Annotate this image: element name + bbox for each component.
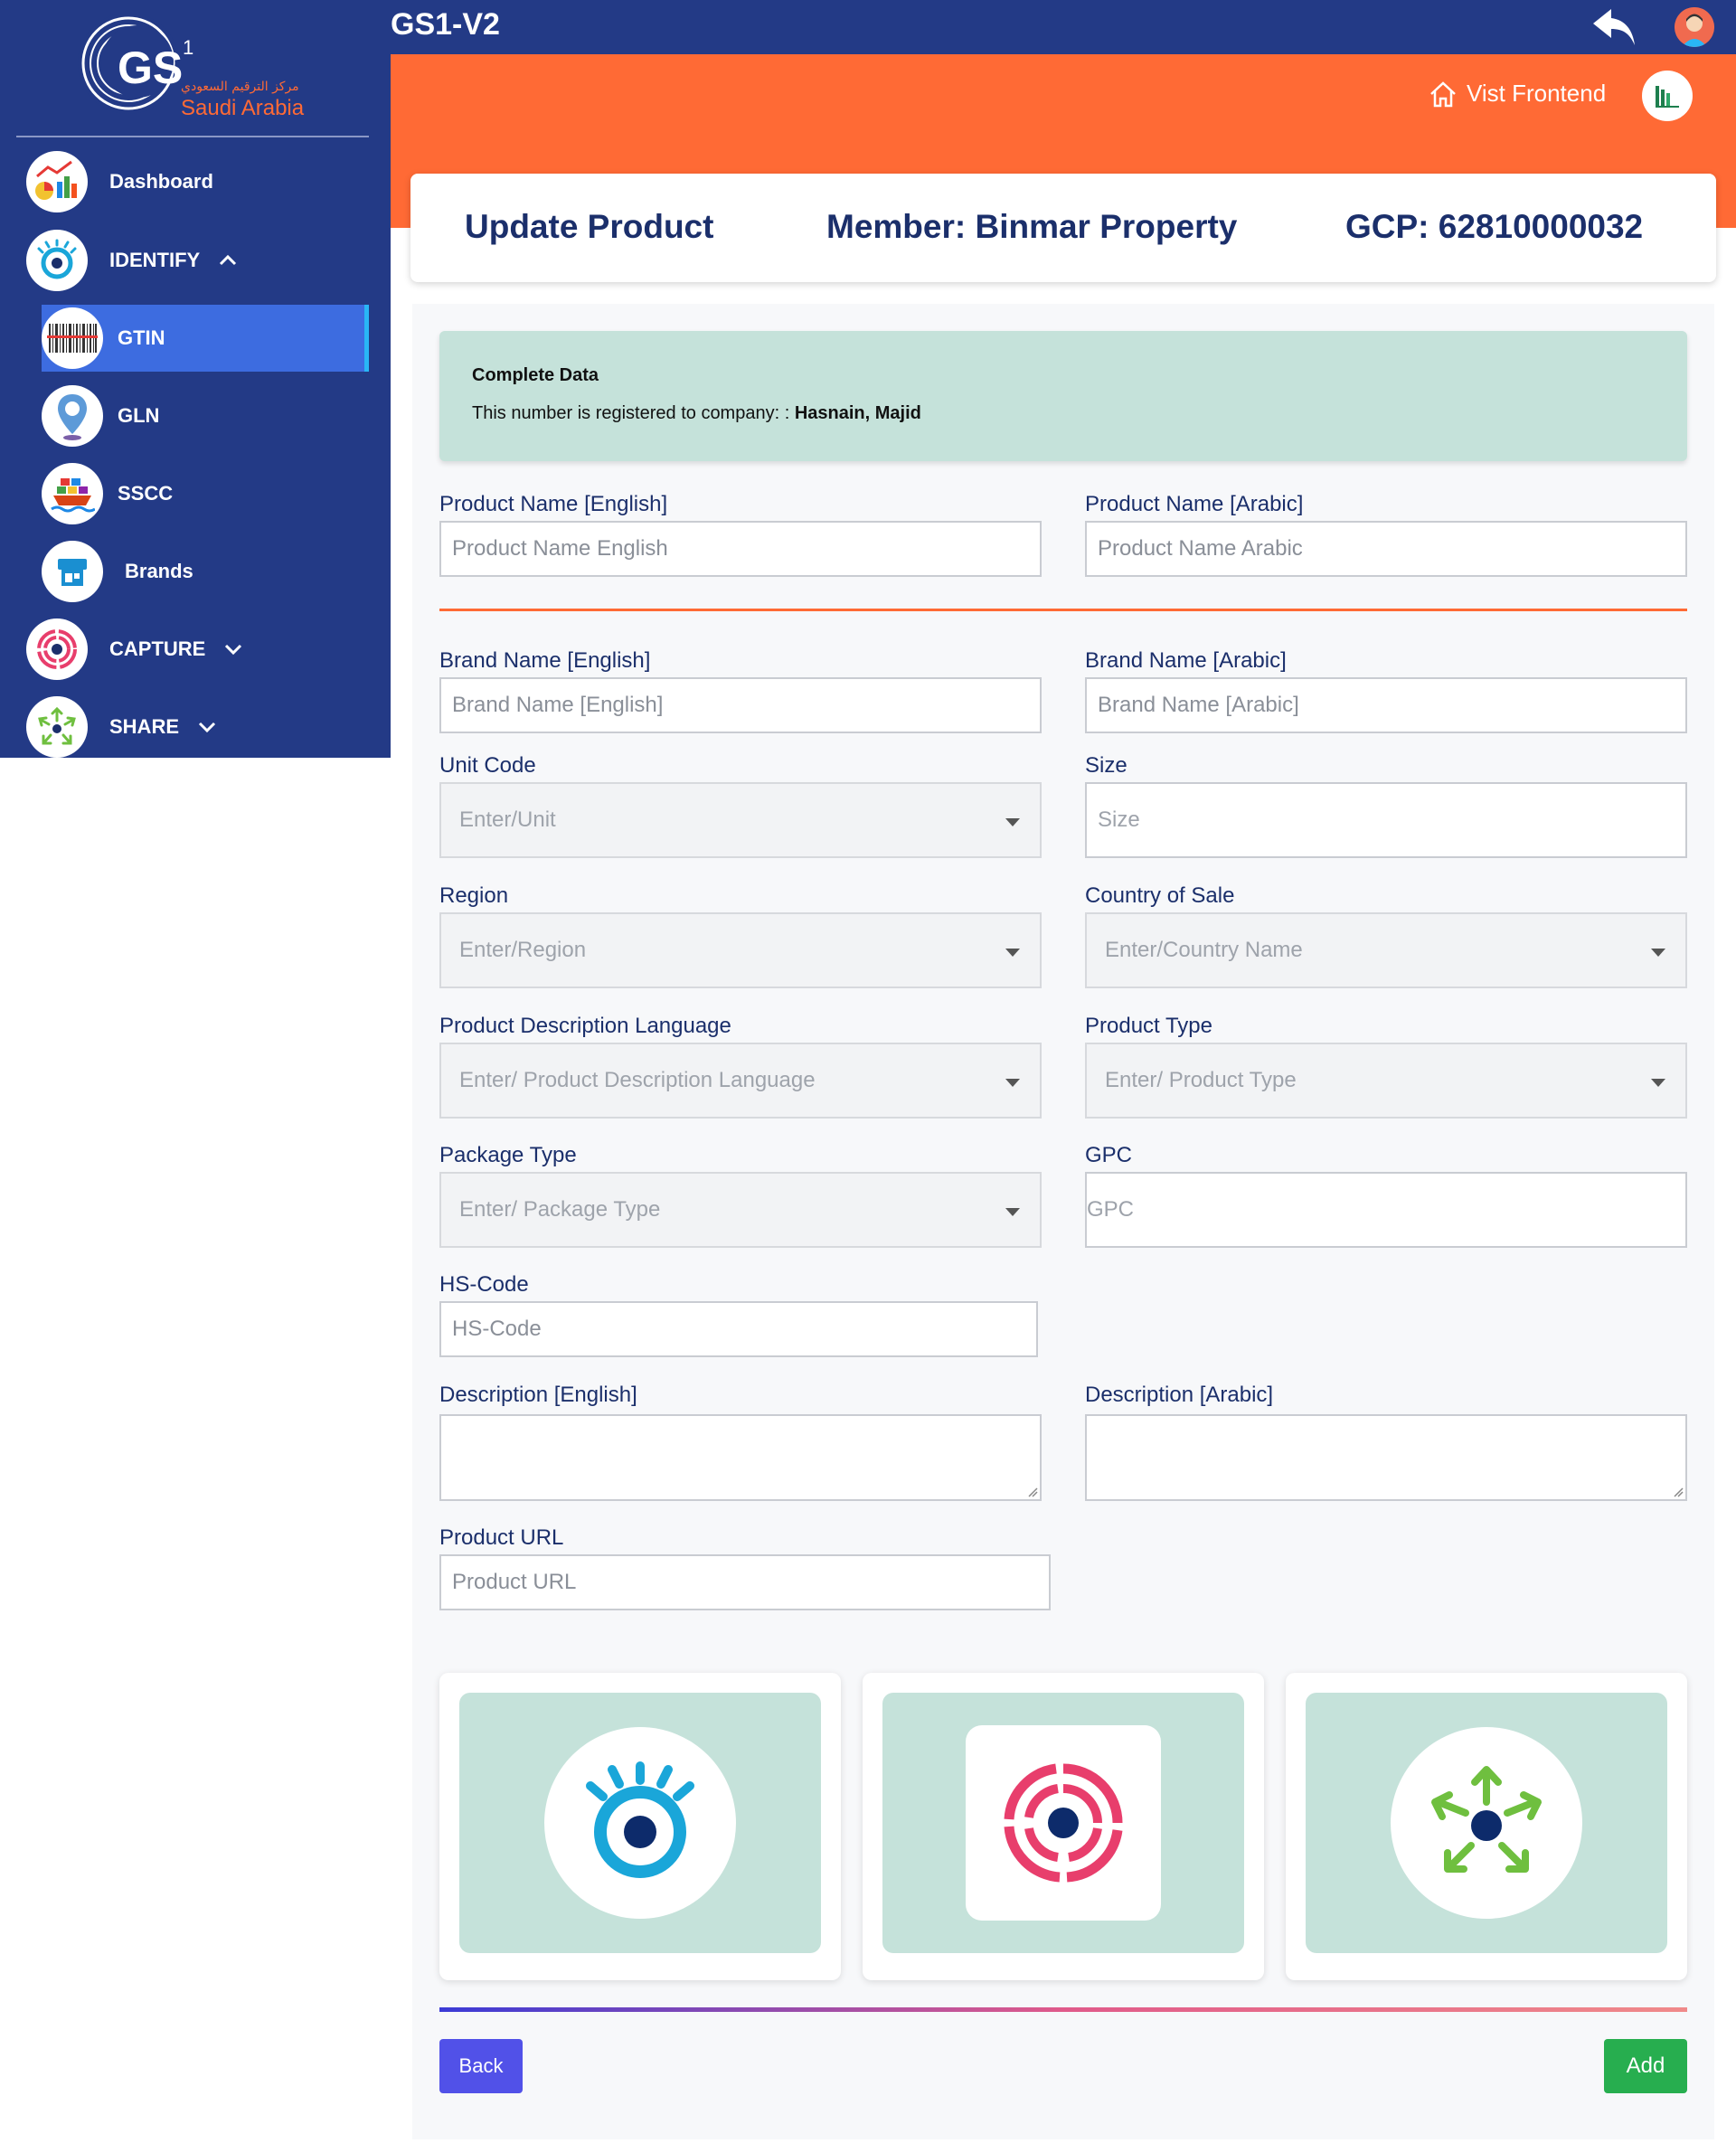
logo-region-text: Saudi Arabia xyxy=(181,96,305,120)
page-title: Update Product xyxy=(465,208,714,245)
caret-down-icon xyxy=(1651,949,1665,957)
dashboard-chart-icon xyxy=(26,151,88,212)
brand-name-en-input[interactable]: Brand Name [English] xyxy=(439,677,1042,733)
top-bar xyxy=(391,0,1736,54)
member-name: Member: Binmar Property xyxy=(826,208,1238,245)
description-ar-textarea[interactable] xyxy=(1085,1414,1687,1501)
chevron-up-icon xyxy=(220,254,237,266)
sidebar-item-share[interactable]: SHARE xyxy=(26,696,217,758)
sidebar-item-label: SHARE xyxy=(109,715,180,738)
product-name-ar-input[interactable]: Product Name Arabic xyxy=(1085,521,1687,577)
identify-card[interactable] xyxy=(439,1673,841,1980)
logo-arabic-text: مركز الترقيم السعودي xyxy=(181,80,299,94)
capture-card[interactable] xyxy=(863,1673,1264,1980)
country-of-sale-select[interactable]: Enter/Country Name xyxy=(1085,912,1687,988)
country-of-sale-label: Country of Sale xyxy=(1085,883,1235,908)
sidebar-item-gln[interactable]: GLN xyxy=(42,385,159,447)
svg-text:1: 1 xyxy=(183,36,193,59)
back-button[interactable]: Back xyxy=(439,2039,523,2093)
share-arrows-icon xyxy=(26,696,88,758)
region-select[interactable]: Enter/Region xyxy=(439,912,1042,988)
info-alert: Complete Data This number is registered … xyxy=(439,331,1687,461)
barcode-icon xyxy=(42,307,103,369)
hs-code-input[interactable]: HS-Code xyxy=(439,1301,1038,1357)
identify-eye-icon xyxy=(26,230,88,291)
brand-tag-icon xyxy=(42,541,103,602)
product-url-input[interactable]: Product URL xyxy=(439,1554,1051,1610)
sidebar-item-capture[interactable]: CAPTURE xyxy=(26,618,243,680)
member-logo-icon[interactable] xyxy=(1642,71,1693,121)
gpc-input[interactable]: GPC xyxy=(1085,1172,1687,1248)
info-text: This number is registered to company: : … xyxy=(472,403,921,423)
share-card[interactable] xyxy=(1286,1673,1687,1980)
description-en-label: Description [English] xyxy=(439,1383,637,1407)
home-icon xyxy=(1430,80,1456,107)
sidebar-item-label: Dashboard xyxy=(109,170,213,193)
region-label: Region xyxy=(439,883,509,908)
logo-divider xyxy=(16,136,369,137)
location-pin-icon xyxy=(42,385,103,447)
product-name-en-input[interactable]: Product Name English xyxy=(439,521,1042,577)
sidebar-item-dashboard[interactable]: Dashboard xyxy=(26,151,213,212)
sidebar-item-label: Brands xyxy=(125,560,193,582)
sidebar-item-identify[interactable]: IDENTIFY xyxy=(26,230,238,291)
brand-name-en-label: Brand Name [English] xyxy=(439,648,651,673)
package-type-label: Package Type xyxy=(439,1143,577,1167)
sidebar-item-label: GTIN xyxy=(118,326,165,349)
info-company: Hasnain, Majid xyxy=(794,403,921,423)
description-ar-label: Description [Arabic] xyxy=(1085,1383,1274,1407)
identify-eye-icon xyxy=(544,1727,736,1919)
share-arrows-icon xyxy=(1391,1727,1582,1919)
brand-name-ar-label: Brand Name [Arabic] xyxy=(1085,648,1287,673)
reply-back-icon[interactable] xyxy=(1591,5,1638,49)
package-type-select[interactable]: Enter/ Package Type xyxy=(439,1172,1042,1248)
description-en-textarea[interactable] xyxy=(439,1414,1042,1501)
unit-code-label: Unit Code xyxy=(439,753,536,778)
brand-name-ar-input[interactable]: Brand Name [Arabic] xyxy=(1085,677,1687,733)
product-name-ar-label: Product Name [Arabic] xyxy=(1085,492,1304,516)
product-type-label: Product Type xyxy=(1085,1014,1212,1038)
product-desc-lang-select[interactable]: Enter/ Product Description Language xyxy=(439,1043,1042,1119)
resize-grip-icon[interactable] xyxy=(1673,1487,1684,1497)
size-label: Size xyxy=(1085,753,1127,778)
info-title: Complete Data xyxy=(472,365,599,385)
hs-code-label: HS-Code xyxy=(439,1272,529,1297)
capture-target-icon xyxy=(966,1725,1161,1921)
sidebar-item-label: CAPTURE xyxy=(109,637,206,660)
caret-down-icon xyxy=(1005,1208,1020,1216)
product-type-select[interactable]: Enter/ Product Type xyxy=(1085,1043,1687,1119)
sidebar-item-label: SSCC xyxy=(118,482,174,505)
size-input[interactable]: Size xyxy=(1085,782,1687,858)
logo-brand-text: GS xyxy=(118,42,183,93)
shipping-container-icon xyxy=(42,463,103,524)
caret-down-icon xyxy=(1005,818,1020,826)
visit-frontend-link[interactable]: Vist Frontend xyxy=(1429,80,1606,108)
page-header-card: Update Product Member: Binmar Property G… xyxy=(410,174,1716,282)
app-title: GS1-V2 xyxy=(391,7,500,42)
resize-grip-icon[interactable] xyxy=(1027,1487,1038,1497)
gpc-label: GPC xyxy=(1085,1143,1133,1167)
capture-target-icon xyxy=(26,618,88,680)
caret-down-icon xyxy=(1005,1079,1020,1087)
caret-down-icon xyxy=(1651,1079,1665,1087)
product-url-label: Product URL xyxy=(439,1525,564,1550)
visit-frontend-label: Vist Frontend xyxy=(1467,80,1607,107)
chevron-down-icon xyxy=(198,722,216,733)
section-divider xyxy=(439,609,1687,611)
footer-divider xyxy=(439,2007,1687,2012)
sidebar-item-sscc[interactable]: SSCC xyxy=(42,463,173,524)
sidebar-item-gtin[interactable]: GTIN xyxy=(42,307,165,369)
add-button[interactable]: Add xyxy=(1604,2039,1687,2093)
gcp-number: GCP: 62810000032 xyxy=(1345,208,1644,245)
product-desc-lang-label: Product Description Language xyxy=(439,1014,731,1038)
sidebar-item-label: IDENTIFY xyxy=(109,249,201,271)
caret-down-icon xyxy=(1005,949,1020,957)
chevron-down-icon xyxy=(225,644,242,656)
product-name-en-label: Product Name [English] xyxy=(439,492,668,516)
unit-code-select[interactable]: Enter/Unit xyxy=(439,782,1042,858)
sidebar-item-label: GLN xyxy=(118,404,160,427)
sidebar-item-brands[interactable]: Brands xyxy=(42,541,193,602)
user-avatar[interactable] xyxy=(1675,7,1714,47)
